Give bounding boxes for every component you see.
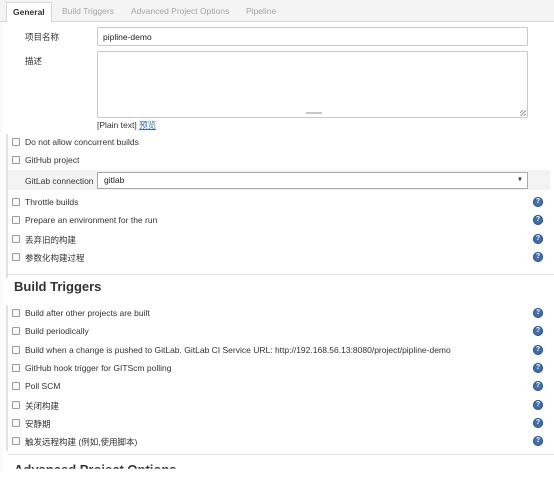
checkbox[interactable] bbox=[12, 138, 20, 146]
tab-advanced-project-options[interactable]: Advanced Project Options bbox=[131, 6, 229, 22]
option-row: GitHub project bbox=[0, 152, 554, 170]
trigger-row: 安静期 ? bbox=[0, 415, 554, 433]
project-name-label: 项目名称 bbox=[25, 32, 60, 42]
textarea-grip-handle[interactable] bbox=[306, 112, 322, 114]
option-label: 丢弃旧的构建 bbox=[25, 235, 77, 245]
preview-link[interactable]: 预览 bbox=[139, 120, 156, 130]
description-textarea[interactable] bbox=[97, 51, 528, 118]
trigger-label: Build after other projects are built bbox=[25, 308, 150, 318]
checkbox[interactable] bbox=[12, 401, 20, 409]
option-label: Prepare an environment for the run bbox=[25, 215, 158, 225]
checkbox[interactable] bbox=[12, 309, 20, 317]
help-icon[interactable]: ? bbox=[533, 345, 543, 355]
gitlab-connection-label: GitLab connection bbox=[25, 176, 94, 186]
section-divider bbox=[8, 274, 554, 275]
trigger-label: 关闭构建 bbox=[25, 401, 60, 411]
option-label: Throttle builds bbox=[25, 197, 79, 207]
tab-bar: General Build Triggers Advanced Project … bbox=[0, 0, 554, 23]
trigger-row: GitHub hook trigger for GITScm polling ? bbox=[0, 360, 554, 378]
option-row: Do not allow concurrent builds bbox=[0, 134, 554, 152]
checkbox[interactable] bbox=[12, 235, 20, 243]
help-icon[interactable]: ? bbox=[533, 381, 543, 391]
help-icon[interactable]: ? bbox=[533, 234, 543, 244]
plain-text-note: [Plain text] 预览 bbox=[97, 119, 156, 131]
checkbox[interactable] bbox=[12, 198, 20, 206]
config-form: 项目名称 描述 [Plain text] 预览 Do not allow con… bbox=[0, 22, 554, 472]
tab-general[interactable]: General bbox=[6, 2, 52, 23]
option-row: 参数化构建过程 ? bbox=[0, 249, 554, 267]
checkbox[interactable] bbox=[12, 253, 20, 261]
trigger-label: GitHub hook trigger for GITScm polling bbox=[25, 363, 172, 373]
option-row: Prepare an environment for the run ? bbox=[0, 212, 554, 230]
checkbox[interactable] bbox=[12, 437, 20, 445]
trigger-label: Poll SCM bbox=[25, 381, 61, 391]
description-label: 描述 bbox=[25, 56, 43, 66]
dropdown-arrow-icon: ▼ bbox=[517, 177, 523, 183]
help-icon[interactable]: ? bbox=[533, 252, 543, 262]
option-label: Do not allow concurrent builds bbox=[25, 137, 139, 147]
trigger-label: 安静期 bbox=[25, 419, 51, 429]
trigger-row: Poll SCM ? bbox=[0, 378, 554, 396]
plain-text-label: [Plain text] bbox=[97, 120, 137, 130]
trigger-row: Build periodically ? bbox=[0, 323, 554, 341]
gitlab-connection-select[interactable]: gitlab ▼ bbox=[97, 172, 528, 189]
advanced-project-options-heading: Advanced Project Options bbox=[14, 462, 177, 477]
trigger-row: 关闭构建 ? bbox=[0, 397, 554, 415]
help-icon[interactable]: ? bbox=[533, 197, 543, 207]
gitlab-connection-value: gitlab bbox=[104, 175, 125, 185]
option-row: 丢弃旧的构建 ? bbox=[0, 231, 554, 249]
help-icon[interactable]: ? bbox=[533, 418, 543, 428]
option-label: 参数化构建过程 bbox=[25, 253, 85, 263]
trigger-label: Build when a change is pushed to GitLab.… bbox=[25, 345, 451, 355]
trigger-row: Build when a change is pushed to GitLab.… bbox=[0, 342, 554, 360]
trigger-label: Build periodically bbox=[25, 326, 89, 336]
build-triggers-heading: Build Triggers bbox=[14, 279, 102, 294]
checkbox[interactable] bbox=[12, 346, 20, 354]
section-divider bbox=[8, 454, 554, 455]
checkbox[interactable] bbox=[12, 327, 20, 335]
checkbox[interactable] bbox=[12, 156, 20, 164]
trigger-label: 触发远程构建 (例如,使用脚本) bbox=[25, 437, 138, 447]
help-icon[interactable]: ? bbox=[533, 436, 543, 446]
option-row: Throttle builds ? bbox=[0, 194, 554, 212]
trigger-row: 触发远程构建 (例如,使用脚本) ? bbox=[0, 433, 554, 451]
help-icon[interactable]: ? bbox=[533, 308, 543, 318]
checkbox[interactable] bbox=[12, 382, 20, 390]
resize-handle-icon[interactable] bbox=[520, 110, 526, 116]
help-icon[interactable]: ? bbox=[533, 215, 543, 225]
help-icon[interactable]: ? bbox=[533, 363, 543, 373]
checkbox[interactable] bbox=[12, 216, 20, 224]
option-label: GitHub project bbox=[25, 155, 80, 165]
help-icon[interactable]: ? bbox=[533, 326, 543, 336]
help-icon[interactable]: ? bbox=[533, 400, 543, 410]
checkbox[interactable] bbox=[12, 419, 20, 427]
trigger-row: Build after other projects are built ? bbox=[0, 305, 554, 323]
tab-pipeline[interactable]: Pipeline bbox=[246, 6, 276, 22]
tab-build-triggers[interactable]: Build Triggers bbox=[62, 6, 114, 22]
project-name-input[interactable] bbox=[97, 27, 528, 46]
checkbox[interactable] bbox=[12, 364, 20, 372]
